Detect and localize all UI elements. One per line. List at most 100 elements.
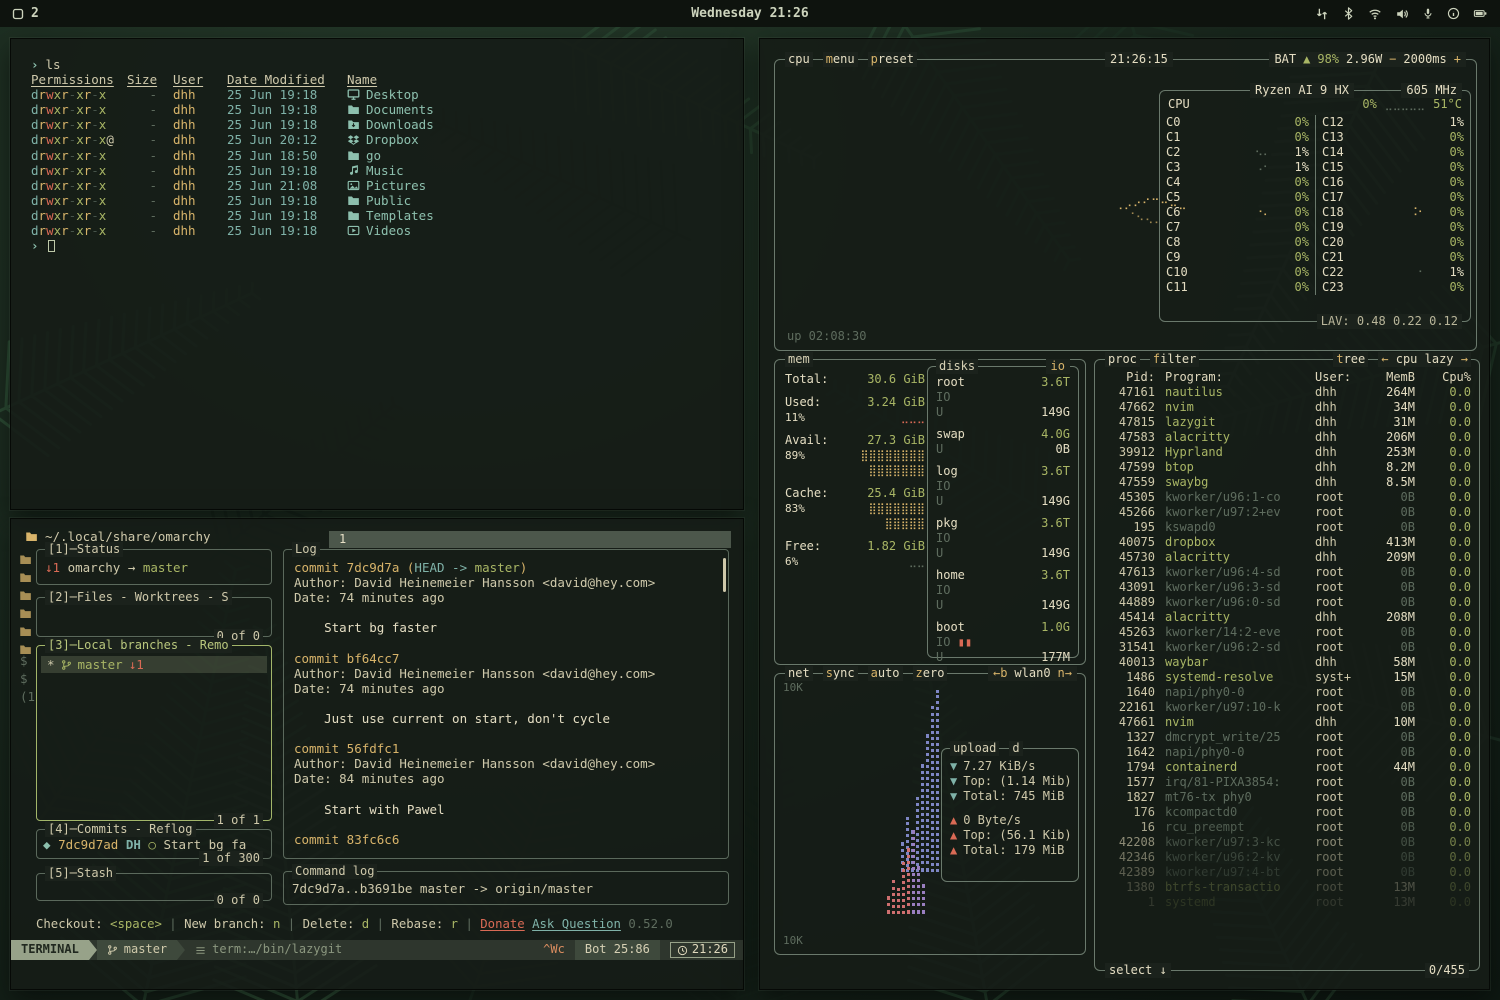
dropbox-icon: [347, 134, 360, 147]
io-toggle[interactable]: io: [1046, 359, 1070, 374]
stash-panel[interactable]: [5]─Stash 0 of 0: [36, 873, 272, 901]
clock[interactable]: Wednesday 21:26: [0, 6, 1500, 21]
process-row[interactable]: 1486systemd-resolvesyst+15M0.0: [1095, 670, 1479, 685]
upload-tabs: upload d: [950, 741, 1023, 756]
file-name: Public: [366, 193, 411, 208]
tab-zero[interactable]: zero: [913, 666, 948, 681]
iface-prev-button[interactable]: ←b: [993, 666, 1007, 681]
process-row[interactable]: 42346kworker/u96:2-kvroot0B0.0: [1095, 850, 1479, 865]
net-interface[interactable]: ←b wlan0 n→: [988, 666, 1077, 681]
interval-minus-button[interactable]: −: [1389, 52, 1396, 67]
net-download-bar: [936, 690, 939, 872]
process-row[interactable]: 31541kworker/u96:2-sdroot0B0.0: [1095, 640, 1479, 655]
col-pid: Pid:: [1103, 370, 1155, 385]
process-row[interactable]: 1827mt76-tx phy0root0B0.0: [1095, 790, 1479, 805]
net-stat-rows: ▼7.27 KiB/s▼Top: (1.14 Mib)▼Total: 745 M…: [950, 759, 1070, 858]
process-row[interactable]: 22161kworker/u97:10-kroot0B0.0: [1095, 700, 1479, 715]
tab-disks[interactable]: disks: [936, 359, 978, 374]
process-row[interactable]: 47662nvimdhh34M0.0: [1095, 400, 1479, 415]
tab-menu[interactable]: menu: [823, 52, 858, 67]
battery-icon[interactable]: [1473, 7, 1488, 20]
process-row[interactable]: 45414alacrittydhh208M0.0: [1095, 610, 1479, 625]
tab-tree[interactable]: tree: [1333, 352, 1368, 367]
donate-link[interactable]: Donate: [480, 917, 524, 931]
process-row[interactable]: 45266kworker/u97:2+evroot0B0.0: [1095, 505, 1479, 520]
workspace-number: 2: [31, 6, 39, 21]
process-row[interactable]: 47583alacrittydhh206M0.0: [1095, 430, 1479, 445]
sort-prev-button[interactable]: ←: [1381, 352, 1388, 366]
process-row[interactable]: 176kcompactd0root0B0.0: [1095, 805, 1479, 820]
process-row[interactable]: 1327dmcrypt_write/25root0B0.0: [1095, 730, 1479, 745]
date-cell: 25 Jun 19:18: [227, 193, 339, 208]
process-row[interactable]: 1640napi/phy0-0root0B0.0: [1095, 685, 1479, 700]
command-log-panel[interactable]: Command log 7dc9d7a..b3691be master -> o…: [283, 871, 729, 905]
tab-auto[interactable]: auto: [868, 666, 903, 681]
branches-panel[interactable]: [3]─Local branches - Remo * master ↓1 1 …: [36, 645, 272, 821]
log-line: [294, 605, 718, 620]
net-box: netsyncautozero ←b wlan0 n→ 10K 10K uplo…: [774, 673, 1086, 955]
process-row[interactable]: 47559swaybgdhh8.5M0.0: [1095, 475, 1479, 490]
sort-next-button[interactable]: →: [1461, 352, 1468, 366]
updates-icon[interactable]: [1315, 7, 1329, 21]
proc-header-row: Pid: Program: User: MemB Cpu%: [1095, 370, 1479, 385]
info-icon[interactable]: [1447, 7, 1460, 20]
process-row[interactable]: 45730alacrittydhh209M0.0: [1095, 550, 1479, 565]
process-row[interactable]: 47815lazygitdhh31M0.0: [1095, 415, 1479, 430]
user-cell: dhh: [173, 117, 219, 132]
log-scrollbar[interactable]: [723, 558, 726, 592]
workspace-indicator[interactable]: 2: [12, 6, 39, 21]
process-row[interactable]: 47599btopdhh8.2M0.0: [1095, 460, 1479, 475]
total-value: 30.6 GiB: [867, 372, 925, 387]
log-line: [294, 635, 718, 650]
mic-icon[interactable]: [1422, 7, 1434, 20]
bluetooth-icon[interactable]: [1342, 7, 1355, 20]
tab-cpu[interactable]: cpu: [785, 52, 813, 67]
interval-plus-button[interactable]: +: [1454, 52, 1461, 67]
process-row[interactable]: 16rcu_preemptroot0B0.0: [1095, 820, 1479, 835]
process-row[interactable]: 47661nvimdhh10M0.0: [1095, 715, 1479, 730]
process-row[interactable]: 43091kworker/u96:3-sdroot0B0.0: [1095, 580, 1479, 595]
process-row[interactable]: 40075dropboxdhh413M0.0: [1095, 535, 1479, 550]
commits-panel[interactable]: [4]─Commits - Reflog ◆ 7dc9d7ad DH ○ Sta…: [36, 829, 272, 859]
wifi-icon[interactable]: [1368, 7, 1382, 21]
prompt-line[interactable]: ›: [31, 238, 743, 253]
process-row[interactable]: 1577irq/81-PIXA3854:root0B0.0: [1095, 775, 1479, 790]
ask-question-link[interactable]: Ask Question: [532, 917, 621, 931]
status-panel[interactable]: [1]─Status ↓1 omarchy → master: [36, 549, 272, 585]
tab-proc[interactable]: proc: [1105, 352, 1140, 367]
process-row[interactable]: 39912Hyprlanddhh253M0.0: [1095, 445, 1479, 460]
process-row[interactable]: 1systemdroot13M0.0: [1095, 895, 1479, 910]
process-row[interactable]: 40013waybardhh58M0.0: [1095, 655, 1479, 670]
size-cell: -: [127, 163, 165, 178]
tab-preset[interactable]: preset: [868, 52, 917, 67]
process-row[interactable]: 44889kworker/u96:0-sdroot0B0.0: [1095, 595, 1479, 610]
log-panel[interactable]: Log commit 7dc9d7a (HEAD -> master)Autho…: [283, 549, 729, 859]
tab-net[interactable]: net: [785, 666, 813, 681]
volume-icon[interactable]: [1395, 7, 1409, 21]
process-row[interactable]: 42389kworker/u97:4-btroot0B0.0: [1095, 865, 1479, 880]
disk-entry: boot1.0GIO ▮▮U177M: [936, 620, 1070, 665]
process-row[interactable]: 1794containerdroot44M0.0: [1095, 760, 1479, 775]
process-row[interactable]: 47161nautilusdhh264M0.0: [1095, 385, 1479, 400]
disks-box: disks io root3.6TIOU149Gswap4.0GU0Blog3.…: [927, 366, 1079, 658]
date-cell: 25 Jun 19:18: [227, 223, 339, 238]
branch-row-selected[interactable]: * master ↓1: [41, 656, 267, 673]
process-row[interactable]: 45263kworker/14:2-everoot0B0.0: [1095, 625, 1479, 640]
buffer-tab[interactable]: 1: [329, 531, 731, 548]
upload-toggle[interactable]: d: [1009, 741, 1022, 756]
process-row[interactable]: 1380btrfs-transactioroot13M0.0: [1095, 880, 1479, 895]
file-row: drwxr-xr-x-dhh25 Jun 21:08Pictures: [31, 178, 743, 193]
tab-sync[interactable]: sync: [823, 666, 858, 681]
process-row[interactable]: 195kswapd0root0B0.0: [1095, 520, 1479, 535]
disks-tabs: disks: [936, 359, 978, 374]
process-row[interactable]: 45305kworker/u96:1-coroot0B0.0: [1095, 490, 1479, 505]
process-row[interactable]: 42208kworker/u97:3-kcroot0B0.0: [1095, 835, 1479, 850]
core-row: C190%: [1316, 220, 1470, 235]
iface-next-button[interactable]: n→: [1058, 666, 1072, 681]
files-panel[interactable]: [2]─Files - Worktrees - S 0 of 0: [36, 597, 272, 637]
process-row[interactable]: 47613kworker/u96:4-sdroot0B0.0: [1095, 565, 1479, 580]
process-row[interactable]: 1642napi/phy0-0root0B0.0: [1095, 745, 1479, 760]
tab-filter[interactable]: filter: [1150, 352, 1199, 367]
tab-mem[interactable]: mem: [785, 352, 813, 367]
sort-selector[interactable]: ← cpu lazy →: [1378, 352, 1471, 367]
